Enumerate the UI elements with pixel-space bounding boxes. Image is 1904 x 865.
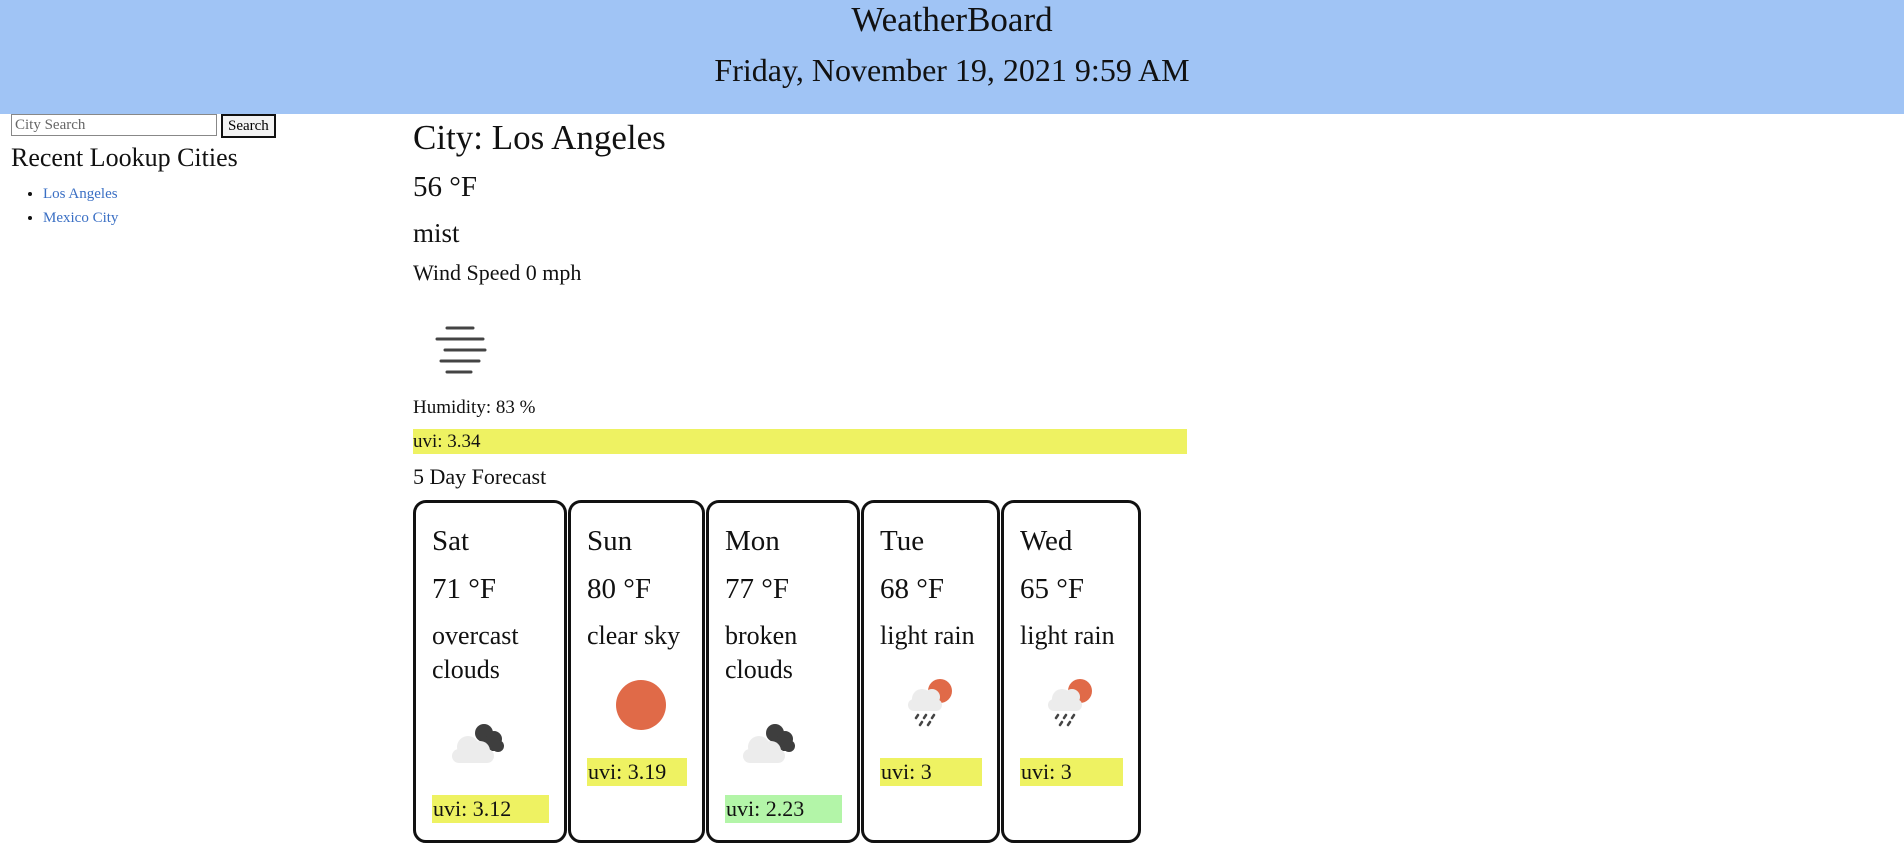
forecast-day: Sat: [432, 525, 470, 557]
forecast-uvi-badge: uvi: 3.19: [587, 758, 687, 786]
forecast-card-wed: Wed 65 °F light rain uvi: 3: [1001, 500, 1141, 843]
current-temp: 56 °F: [413, 171, 477, 203]
forecast-uvi-badge: uvi: 3: [1020, 758, 1123, 786]
forecast-uvi-badge: uvi: 2.23: [725, 795, 842, 823]
city-search-input[interactable]: [11, 114, 217, 136]
forecast-temp: 68 °F: [880, 573, 944, 605]
app-title: WeatherBoard: [851, 0, 1053, 39]
current-datetime: Friday, November 19, 2021 9:59 AM: [714, 52, 1190, 88]
forecast-description: overcast clouds: [432, 621, 519, 684]
forecast-day: Mon: [725, 525, 780, 557]
forecast-day: Tue: [880, 525, 925, 557]
forecast-temp: 65 °F: [1020, 573, 1084, 605]
recent-city-link-los-angeles[interactable]: Los Angeles: [43, 186, 118, 202]
forecast-day: Wed: [1020, 525, 1073, 557]
list-item: Mexico City: [43, 206, 118, 230]
forecast-card-mon: Mon 77 °F broken clouds uvi: 2.23: [706, 500, 860, 843]
header: WeatherBoard Friday, November 19, 2021 9…: [0, 0, 1904, 114]
forecast-description: light rain: [880, 621, 975, 650]
forecast-description: broken clouds: [725, 621, 798, 684]
forecast-temp: 77 °F: [725, 573, 789, 605]
forecast-description: clear sky: [587, 621, 681, 650]
forecast-temp: 71 °F: [432, 573, 496, 605]
forecast-uvi-badge: uvi: 3.12: [432, 795, 549, 823]
forecast-day: Sun: [587, 525, 633, 557]
overcast-clouds-icon: [452, 724, 504, 763]
light-rain-icon: [908, 679, 952, 727]
forecast-title: 5 Day Forecast: [413, 464, 547, 489]
current-description: mist: [413, 218, 460, 248]
search-row: Search: [11, 114, 276, 138]
forecast-temp: 80 °F: [587, 573, 651, 605]
list-item: Los Angeles: [43, 182, 118, 206]
current-wind-speed: Wind Speed 0 mph: [413, 260, 582, 285]
current-humidity: Humidity: 83 %: [413, 397, 536, 418]
forecast-card-sat: Sat 71 °F overcast clouds uvi: 3.12: [413, 500, 567, 843]
light-rain-icon: [1048, 679, 1092, 727]
forecast-card-tue: Tue 68 °F light rain uvi: 3: [861, 500, 1000, 843]
sun-icon: [616, 680, 666, 730]
mist-icon: [435, 326, 487, 374]
current-uvi-badge: uvi: 3.34: [413, 429, 1187, 454]
search-button[interactable]: Search: [221, 114, 276, 138]
recent-lookup-title: Recent Lookup Cities: [11, 143, 238, 172]
current-city: City: Los Angeles: [413, 118, 666, 157]
broken-clouds-icon: [743, 724, 795, 763]
forecast-card-sun: Sun 80 °F clear sky uvi: 3.19: [568, 500, 705, 843]
forecast-description: light rain: [1020, 621, 1115, 650]
forecast-uvi-badge: uvi: 3: [880, 758, 982, 786]
recent-cities-list: Los Angeles Mexico City: [11, 182, 118, 230]
recent-city-link-mexico-city[interactable]: Mexico City: [43, 210, 118, 226]
